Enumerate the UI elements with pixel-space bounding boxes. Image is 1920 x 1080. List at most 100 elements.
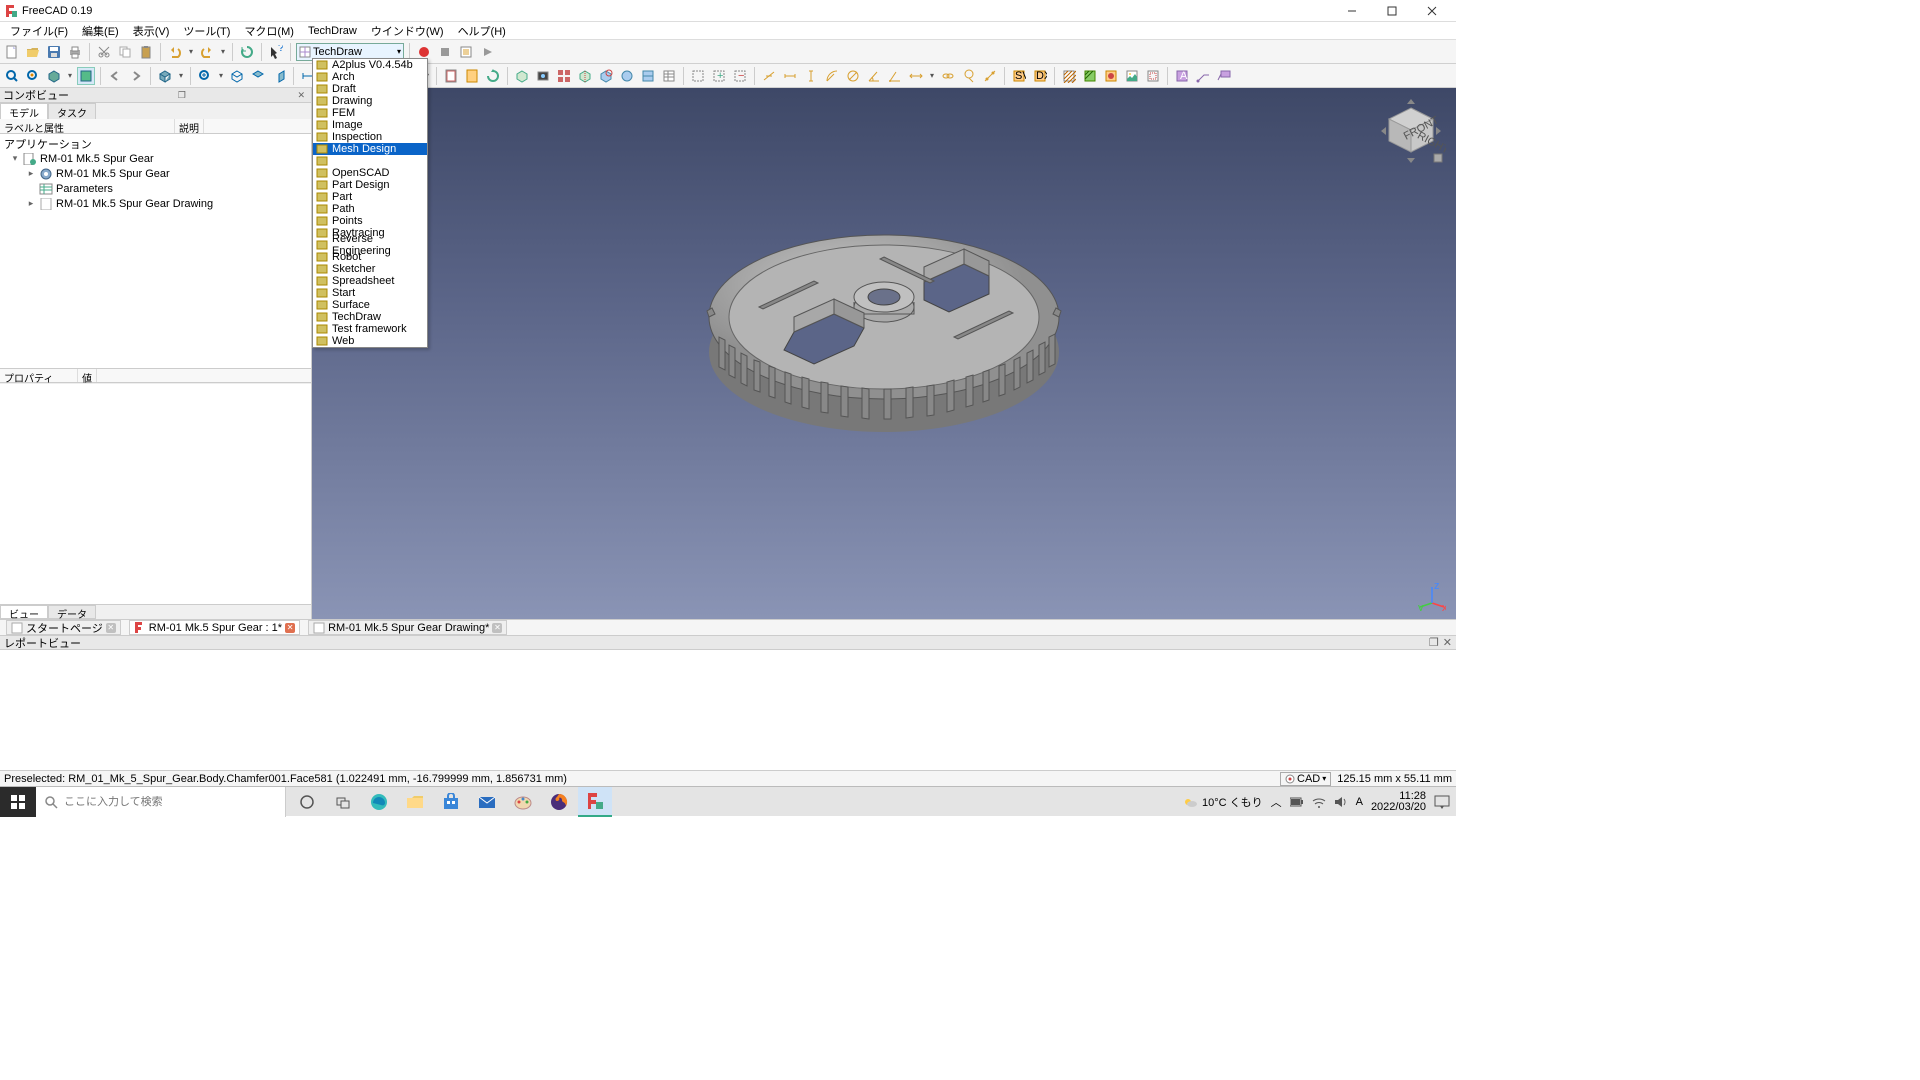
undo-dropdown-icon[interactable]: ▾ <box>187 47 195 56</box>
paste-icon[interactable] <box>137 43 155 61</box>
nav-back-icon[interactable] <box>106 67 124 85</box>
document-tab[interactable]: スタートページ✕ <box>6 620 121 635</box>
dim-link-icon[interactable] <box>939 67 957 85</box>
workbench-option[interactable]: Inspection <box>313 131 427 143</box>
workbench-option[interactable]: Points <box>313 215 427 227</box>
dim-angle-icon[interactable] <box>865 67 883 85</box>
prop-tab-view[interactable]: ビュー <box>0 605 48 619</box>
workbench-option[interactable]: Mesh Design <box>313 143 427 155</box>
leader-line-icon[interactable] <box>1194 67 1212 85</box>
gear-model[interactable] <box>699 197 1069 457</box>
dim-3pt-angle-icon[interactable] <box>886 67 904 85</box>
paint-icon[interactable] <box>506 787 540 817</box>
workbench-option[interactable]: Image <box>313 119 427 131</box>
menu-edit[interactable]: 編集(E) <box>76 22 125 40</box>
report-float-icon[interactable]: ❐ <box>1429 636 1439 649</box>
tray-chevron-icon[interactable]: ︿ <box>1271 794 1282 810</box>
3d-viewport[interactable]: FRONT RIGHT x y z <box>312 88 1456 619</box>
menu-window[interactable]: ウインドウ(W) <box>365 22 450 40</box>
isometric-dropdown-icon[interactable]: ▾ <box>177 71 185 80</box>
cut-icon[interactable] <box>95 43 113 61</box>
workbench-option[interactable]: Part <box>313 191 427 203</box>
tab-close-icon[interactable]: ✕ <box>106 623 116 633</box>
export-dxf-icon[interactable]: DXF <box>1031 67 1049 85</box>
tree-item[interactable]: ▸RM-01 Mk.5 Spur Gear <box>2 166 309 181</box>
mail-icon[interactable] <box>470 787 504 817</box>
symbol-icon[interactable] <box>1102 67 1120 85</box>
rich-annotation-icon[interactable] <box>1215 67 1233 85</box>
workbench-option[interactable]: Part Design <box>313 179 427 191</box>
nav-style-selector[interactable]: CAD ▾ <box>1280 772 1331 786</box>
dim-vertical-icon[interactable] <box>802 67 820 85</box>
document-tab[interactable]: RM-01 Mk.5 Spur Gear Drawing*✕ <box>308 620 507 635</box>
panel-float-icon[interactable]: ❐ <box>175 90 189 101</box>
workbench-option[interactable]: TechDraw <box>313 311 427 323</box>
tree-item[interactable]: Parameters <box>2 181 309 196</box>
tab-task[interactable]: タスク <box>48 103 96 119</box>
dim-extent-dropdown-icon[interactable]: ▾ <box>928 71 936 80</box>
workbench-option[interactable]: Drawing <box>313 95 427 107</box>
menu-view[interactable]: 表示(V) <box>127 22 176 40</box>
navigation-cube[interactable]: FRONT RIGHT <box>1376 96 1446 166</box>
tray-ime-icon[interactable]: A <box>1356 796 1363 808</box>
isometric-icon[interactable] <box>156 67 174 85</box>
tray-volume-icon[interactable] <box>1334 796 1348 808</box>
workbench-option[interactable]: FEM <box>313 107 427 119</box>
start-button[interactable] <box>0 787 36 817</box>
macro-list-icon[interactable] <box>457 43 475 61</box>
tray-wifi-icon[interactable] <box>1312 796 1326 808</box>
dim-horizontal-icon[interactable] <box>781 67 799 85</box>
clip-remove-icon[interactable]: − <box>731 67 749 85</box>
macro-play-icon[interactable] <box>478 43 496 61</box>
toggle-frames-icon[interactable] <box>1144 67 1162 85</box>
cortana-icon[interactable] <box>290 787 324 817</box>
dim-extent-h-icon[interactable] <box>907 67 925 85</box>
draw-style-dropdown-icon[interactable]: ▾ <box>66 71 74 80</box>
freecad-taskbar-icon[interactable] <box>578 787 612 817</box>
dim-diameter-icon[interactable] <box>844 67 862 85</box>
page-template-icon[interactable] <box>463 67 481 85</box>
workbench-option[interactable]: A2plus V0.4.54b <box>313 59 427 71</box>
workbench-option[interactable]: Arch <box>313 71 427 83</box>
draft-view-icon[interactable] <box>618 67 636 85</box>
explorer-icon[interactable] <box>398 787 432 817</box>
page-default-icon[interactable] <box>442 67 460 85</box>
zoom-dropdown-icon[interactable]: ▾ <box>217 71 225 80</box>
fit-selection-icon[interactable] <box>24 67 42 85</box>
refresh-icon[interactable] <box>238 43 256 61</box>
store-icon[interactable] <box>434 787 468 817</box>
workbench-option[interactable] <box>313 155 427 167</box>
action-center-icon[interactable] <box>1434 795 1450 809</box>
workbench-dropdown[interactable]: A2plus V0.4.54bArchDraftDrawingFEMImageI… <box>312 58 428 348</box>
nav-forward-icon[interactable] <box>127 67 145 85</box>
menu-macro[interactable]: マクロ(M) <box>238 22 300 40</box>
view-front-icon[interactable] <box>228 67 246 85</box>
task-view-icon[interactable] <box>326 787 360 817</box>
workbench-option[interactable]: Test framework <box>313 323 427 335</box>
maximize-button[interactable] <box>1372 1 1412 21</box>
macro-stop-icon[interactable] <box>436 43 454 61</box>
close-button[interactable] <box>1412 1 1452 21</box>
taskbar-search[interactable] <box>36 787 286 817</box>
export-svg-icon[interactable]: SVG <box>1010 67 1028 85</box>
section-view-icon[interactable] <box>576 67 594 85</box>
clip-group-icon[interactable] <box>689 67 707 85</box>
view-top-icon[interactable] <box>249 67 267 85</box>
search-input[interactable] <box>64 796 277 808</box>
weather-widget[interactable]: 10°C くもり <box>1182 794 1263 810</box>
tab-model[interactable]: モデル <box>0 103 48 119</box>
workbench-option[interactable]: Start <box>313 287 427 299</box>
detail-view-icon[interactable] <box>597 67 615 85</box>
spreadsheet-view-icon[interactable] <box>660 67 678 85</box>
tree-item[interactable]: ▾RM-01 Mk.5 Spur Gear <box>2 151 309 166</box>
undo-icon[interactable] <box>166 43 184 61</box>
view-right-icon[interactable] <box>270 67 288 85</box>
tree-view[interactable]: アプリケーション ▾RM-01 Mk.5 Spur Gear▸RM-01 Mk.… <box>0 134 311 368</box>
geom-hatch-icon[interactable] <box>1081 67 1099 85</box>
tab-close-icon[interactable]: ✕ <box>492 623 502 633</box>
taskbar-clock[interactable]: 11:28 2022/03/20 <box>1371 791 1426 813</box>
print-icon[interactable] <box>66 43 84 61</box>
copy-icon[interactable] <box>116 43 134 61</box>
firefox-icon[interactable] <box>542 787 576 817</box>
open-file-icon[interactable] <box>24 43 42 61</box>
